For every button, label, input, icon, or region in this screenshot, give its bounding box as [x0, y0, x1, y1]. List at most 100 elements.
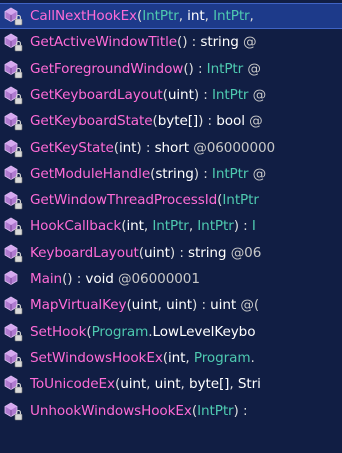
signature-token: Program: [193, 349, 251, 366]
member-row[interactable]: GetWindowThreadProcessId(IntPtr: [0, 187, 342, 213]
member-name: SetHook: [30, 323, 87, 340]
signature-token: ,: [204, 8, 214, 24]
signature-token: uint: [167, 86, 194, 103]
signature-token: LowLevelKeybo: [152, 323, 256, 340]
signature-token: IntPtr: [197, 402, 234, 419]
signature-token: () :: [177, 34, 201, 51]
member-signature: MapVirtualKey(uint, uint) : uint @(: [30, 297, 259, 313]
signature-token: uint: [166, 297, 193, 314]
member-row[interactable]: SetHook(Program.LowLevelKeybo: [0, 319, 342, 345]
member-signature: GetModuleHandle(string) : IntPtr @: [30, 166, 266, 182]
member-name: GetModuleHandle: [30, 165, 151, 182]
method-lock-icon: [0, 135, 30, 161]
signature-token: ) :: [193, 165, 212, 182]
signature-token: IntPtr: [152, 218, 189, 235]
method-lock-icon: [0, 82, 30, 108]
method-lock-icon: [0, 56, 30, 82]
signature-token: @: [244, 113, 263, 130]
member-signature: SetHook(Program.LowLevelKeybo: [30, 323, 256, 340]
member-signature: GetKeyboardState(byte[]) : bool @: [30, 113, 263, 129]
signature-token: ) :: [136, 139, 155, 156]
signature-token: ) :: [169, 244, 189, 261]
member-row[interactable]: GetKeyState(int) : short @06000000: [0, 135, 342, 161]
member-name: Main: [30, 271, 63, 287]
signature-token: bool: [216, 113, 245, 130]
member-row[interactable]: GetKeyboardState(byte[]) : bool @: [0, 108, 342, 134]
member-signature: GetForegroundWindow() : IntPtr @: [30, 61, 261, 77]
signature-token: byte[]: [157, 113, 199, 130]
signature-token: string: [188, 244, 227, 261]
member-name: GetKeyboardLayout: [30, 86, 163, 103]
signature-token: ,: [157, 297, 167, 314]
member-row[interactable]: GetActiveWindowTitle() : string @: [0, 29, 342, 55]
member-name: SetWindowsHookEx: [30, 349, 163, 366]
method-lock-icon: [0, 213, 30, 239]
member-name: HookCallback: [30, 218, 122, 235]
member-signature: GetActiveWindowTitle() : string @: [30, 34, 257, 50]
method-lock-icon: [0, 29, 30, 55]
member-name: GetKeyboardState: [30, 113, 153, 130]
member-row[interactable]: ToUnicodeEx(uint, uint, byte[], Stri: [0, 371, 342, 397]
member-name: ToUnicodeEx: [30, 376, 115, 393]
signature-token: ) :: [233, 402, 248, 419]
signature-token: ) :: [192, 297, 211, 314]
member-signature: SetWindowsHookEx(int, Program.: [30, 350, 255, 366]
method-lock-icon: [0, 292, 30, 318]
signature-token: ,: [178, 8, 188, 24]
signature-token: ,: [229, 376, 238, 393]
member-signature: KeyboardLayout(uint) : string @06: [30, 245, 261, 261]
member-signature: ToUnicodeEx(uint, uint, byte[], Stri: [30, 376, 261, 392]
member-tree: CallNextHookEx(IntPtr, int, IntPtr, GetA…: [0, 0, 342, 453]
signature-token: .: [250, 349, 255, 366]
signature-token: IntPtr: [211, 86, 249, 103]
signature-token: string: [200, 34, 239, 51]
member-signature: GetKeyboardLayout(uint) : IntPtr @: [30, 87, 266, 103]
signature-token: ,: [185, 349, 194, 366]
signature-token: @: [248, 86, 267, 103]
member-name: GetActiveWindowTitle: [30, 34, 178, 51]
member-row[interactable]: MapVirtualKey(uint, uint) : uint @(: [0, 292, 342, 318]
signature-token: int: [126, 218, 144, 235]
member-name: KeyboardLayout: [30, 244, 139, 261]
member-row[interactable]: KeyboardLayout(uint) : string @06: [0, 240, 342, 266]
signature-token: ,: [249, 8, 254, 24]
member-name: MapVirtualKey: [30, 297, 127, 314]
signature-token: () :: [183, 60, 207, 77]
member-row[interactable]: UnhookWindowsHookEx(IntPtr) :: [0, 398, 342, 424]
signature-token: IntPtr: [206, 60, 244, 77]
member-signature: CallNextHookEx(IntPtr, int, IntPtr,: [30, 8, 254, 24]
signature-token: I: [251, 218, 256, 235]
signature-token: @: [238, 34, 257, 51]
member-name: GetKeyState: [30, 139, 114, 156]
signature-token: IntPtr: [142, 8, 179, 24]
signature-token: @06000000: [189, 139, 276, 156]
member-row[interactable]: GetForegroundWindow() : IntPtr @: [0, 56, 342, 82]
signature-token: IntPtr: [197, 218, 234, 235]
member-row[interactable]: HookCallback(int, IntPtr, IntPtr) : I: [0, 213, 342, 239]
member-signature: HookCallback(int, IntPtr, IntPtr) : I: [30, 218, 256, 234]
member-signature: UnhookWindowsHookEx(IntPtr) :: [30, 402, 248, 419]
member-row[interactable]: SetWindowsHookEx(int, Program.: [0, 345, 342, 371]
member-row[interactable]: GetModuleHandle(string) : IntPtr @: [0, 161, 342, 187]
signature-token: () :: [62, 271, 86, 287]
method-lock-icon: [0, 398, 30, 424]
signature-token: ) :: [193, 86, 212, 103]
signature-token: short: [154, 139, 190, 156]
signature-token: @06: [226, 244, 262, 261]
signature-token: uint: [210, 297, 237, 314]
method-lock-icon: [0, 108, 30, 134]
member-row[interactable]: GetKeyboardLayout(uint) : IntPtr @: [0, 82, 342, 108]
signature-token: ,: [146, 376, 155, 393]
method-icon: [0, 266, 30, 292]
signature-token: uint: [143, 244, 170, 261]
member-signature: GetKeyState(int) : short @06000000: [30, 140, 275, 156]
method-lock-icon: [0, 3, 30, 29]
member-row[interactable]: Main() : void @06000001: [0, 266, 342, 292]
signature-token: ,: [180, 376, 189, 393]
signature-token: @(: [236, 297, 260, 314]
signature-token: uint: [154, 376, 181, 393]
member-row[interactable]: CallNextHookEx(IntPtr, int, IntPtr,: [0, 3, 342, 29]
signature-token: int: [118, 139, 137, 156]
signature-token: IntPtr: [211, 165, 249, 182]
method-lock-icon: [0, 345, 30, 371]
